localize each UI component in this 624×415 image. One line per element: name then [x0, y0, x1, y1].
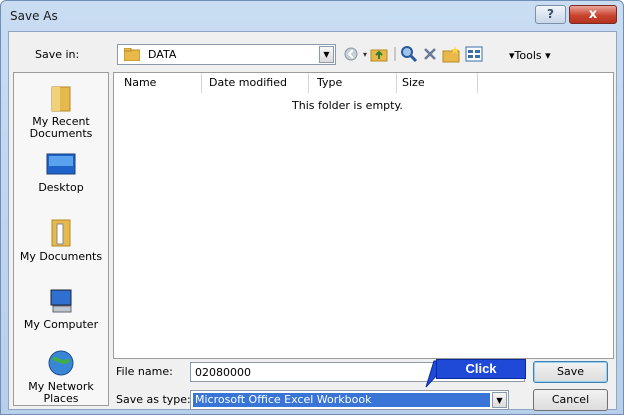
places-bar: My Recent Documents Desktop My Documents [13, 72, 109, 406]
folder-icon [124, 48, 140, 61]
recent-documents-icon [51, 86, 71, 112]
help-button[interactable]: ? [535, 5, 566, 24]
place-label: My Documents [19, 250, 103, 263]
column-header-type[interactable]: Type [317, 76, 342, 89]
save-in-label: Save in: [35, 48, 80, 61]
save-as-type-value: Microsoft Office Excel Workbook [193, 393, 490, 407]
my-computer-icon [50, 289, 72, 313]
desktop-icon [46, 153, 76, 175]
network-places-icon [48, 350, 74, 376]
cancel-button[interactable]: Cancel [533, 389, 608, 411]
close-button[interactable]: x [569, 5, 617, 24]
save-as-dialog: Save As ? x Save in: DATA ▼ ▾ ▾Tools ▾ M… [0, 0, 624, 415]
column-divider[interactable] [308, 73, 309, 93]
save-as-type-label: Save as type: [116, 393, 191, 406]
click-callout: Click [436, 359, 526, 379]
place-my-documents[interactable]: My Documents [14, 216, 108, 263]
column-divider[interactable] [396, 73, 397, 93]
toolbar-separator [394, 47, 396, 61]
empty-folder-message: This folder is empty. [292, 99, 403, 112]
column-header-name[interactable]: Name [124, 76, 156, 89]
save-button[interactable]: Save [533, 361, 608, 383]
back-icon[interactable] [343, 45, 359, 63]
svg-text:▾: ▾ [363, 50, 367, 59]
new-folder-icon[interactable] [441, 45, 461, 63]
chevron-down-icon[interactable]: ▼ [319, 46, 334, 63]
chevron-down-icon[interactable]: ▼ [492, 392, 507, 408]
search-web-icon[interactable] [400, 45, 418, 63]
place-my-computer[interactable]: My Computer [14, 286, 108, 331]
views-icon[interactable] [465, 45, 483, 63]
place-label: My Network Places [28, 380, 94, 405]
file-list[interactable]: Name Date modified Type Size This folder… [113, 72, 614, 359]
column-divider[interactable] [201, 73, 202, 93]
up-folder-icon[interactable]: ▾ [363, 45, 389, 63]
dialog-title: Save As [10, 9, 58, 23]
place-recent-documents[interactable]: My Recent Documents [14, 83, 108, 140]
place-label: My Computer [23, 318, 99, 331]
column-divider[interactable] [477, 73, 478, 93]
file-name-label: File name: [116, 365, 173, 378]
delete-icon[interactable] [422, 45, 438, 63]
column-header-date-modified[interactable]: Date modified [209, 76, 287, 89]
save-in-value: DATA [148, 48, 177, 61]
my-documents-icon [51, 219, 71, 247]
place-label: My Recent Documents [29, 115, 93, 140]
save-in-dropdown[interactable]: DATA ▼ [117, 44, 336, 65]
place-label: Desktop [38, 181, 84, 194]
tools-menu[interactable]: ▾Tools ▾ [509, 49, 551, 62]
title-bar[interactable]: Save As ? x [1, 1, 623, 31]
place-desktop[interactable]: Desktop [14, 151, 108, 194]
save-as-type-dropdown[interactable]: Microsoft Office Excel Workbook ▼ [190, 390, 509, 410]
place-network[interactable]: My Network Places [14, 348, 108, 405]
column-header-size[interactable]: Size [402, 76, 425, 89]
